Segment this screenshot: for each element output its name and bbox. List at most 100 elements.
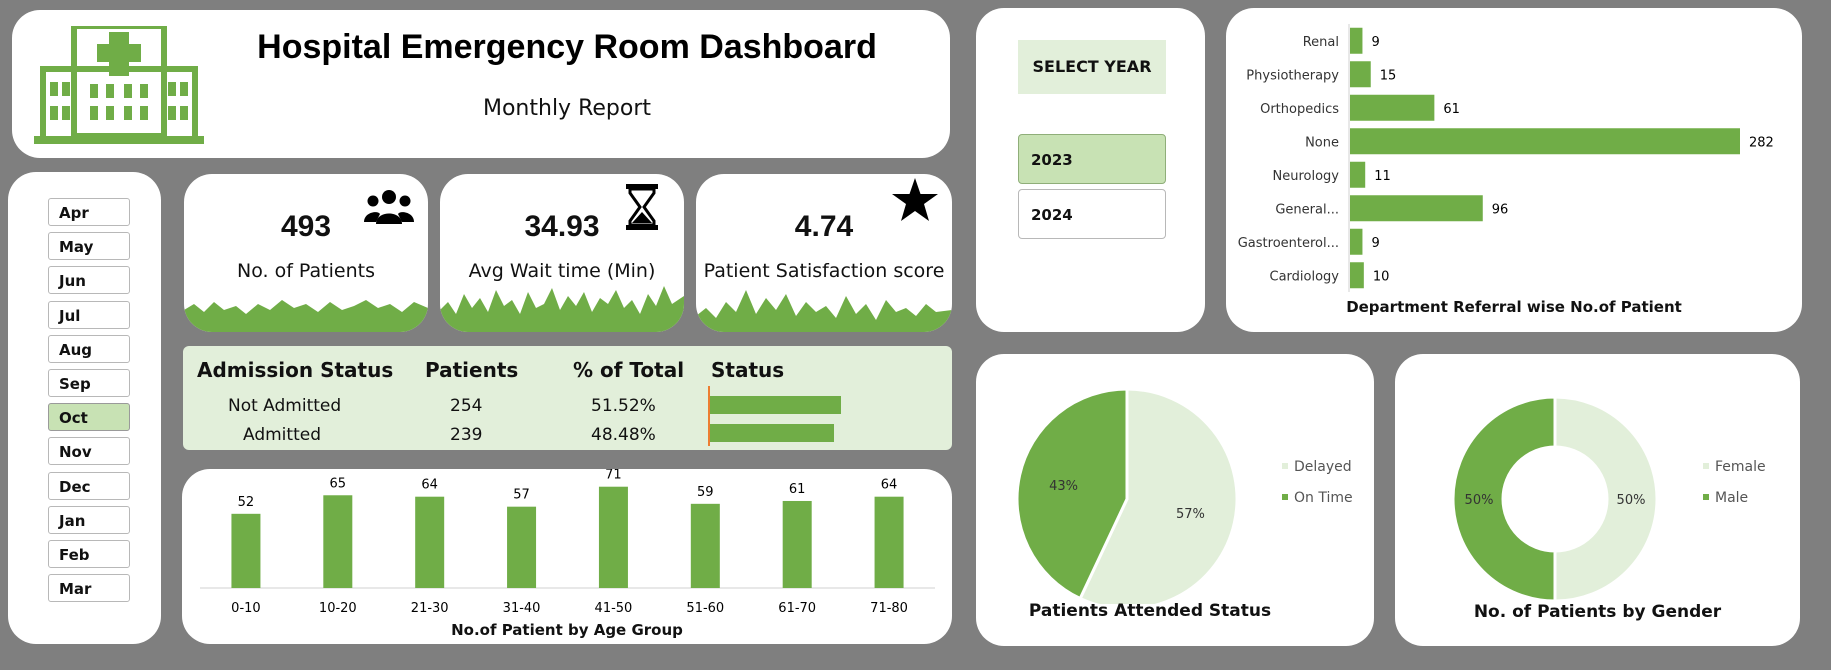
bar	[1350, 228, 1363, 255]
sparkline	[696, 290, 952, 332]
tick-label: 71-80	[870, 601, 908, 616]
bar	[1350, 161, 1366, 188]
kpi-card-satisfaction: 4.74 Patient Satisfaction score	[696, 174, 952, 332]
month-option-nov[interactable]: Nov	[48, 437, 130, 466]
department-chart-card: 9 Renal 15 Physiotherapy 61 Orthopedics 282 Non…	[1226, 8, 1802, 332]
data-label: 11	[1374, 169, 1391, 184]
chart-title: Department Referral wise No.of Patient	[1346, 298, 1682, 316]
kpi-value: 34.93	[524, 210, 600, 243]
attended-status-chart: 57% 43% Delayed On Time	[1015, 387, 1353, 604]
data-label: 50%	[1617, 493, 1646, 508]
data-label: 61	[1443, 102, 1460, 117]
month-slicer: Apr May Jun Jul Aug Sep Oct Nov Dec Jan Feb Mar	[8, 172, 161, 644]
data-label: 9	[1371, 35, 1379, 50]
bar	[1350, 94, 1435, 121]
bar	[1350, 27, 1363, 54]
month-option-jan[interactable]: Jan	[48, 505, 130, 534]
status-bar	[710, 424, 834, 442]
bar	[1350, 61, 1371, 88]
year-slicer: SELECT YEAR 2023 2024	[976, 8, 1205, 332]
data-label: 57%	[1176, 507, 1205, 522]
data-label: 10	[1373, 269, 1390, 284]
kpi-label: Patient Satisfaction score	[703, 260, 945, 282]
data-label: 50%	[1465, 493, 1494, 508]
month-option-apr[interactable]: Apr	[48, 198, 130, 226]
data-label: 57	[513, 488, 530, 503]
tick-label: 10-20	[319, 601, 357, 616]
page-title: Hospital Emergency Room Dashboard	[257, 28, 877, 66]
data-label: 59	[697, 485, 714, 500]
kpi-card-wait-time: 34.93 Avg Wait time (Min)	[440, 174, 684, 332]
table-cell: Not Admitted	[228, 396, 342, 416]
data-label: 96	[1492, 202, 1509, 217]
tick-label: Renal	[1303, 35, 1339, 50]
bar	[1350, 128, 1740, 155]
gender-chart: 50% 50% Female Male	[1451, 395, 1766, 603]
tick-label: 0-10	[231, 601, 261, 616]
age-group-chart-card: 52 0-10 65 10-20 64 21-30 57 31-40 71 41-50 59 51-6…	[182, 469, 952, 644]
kpi-value: 493	[280, 210, 332, 243]
month-option-dec[interactable]: Dec	[48, 471, 130, 500]
age-group-chart: 52 0-10 65 10-20 64 21-30 57 31-40 71 41-50 59 51-6…	[200, 469, 935, 616]
bar	[415, 496, 445, 588]
tick-label: 31-40	[503, 601, 541, 616]
status-bar	[710, 396, 842, 414]
tick-label: 61-70	[778, 601, 816, 616]
chart-title: No.of Patient by Age Group	[451, 621, 683, 639]
year-option-2024[interactable]: 2024	[1018, 189, 1166, 239]
legend-label: On Time	[1294, 490, 1353, 506]
data-label: 15	[1380, 68, 1397, 83]
attended-status-chart-card: 57% 43% Delayed On Time Patients Attended S…	[976, 354, 1374, 646]
month-option-jul[interactable]: Jul	[48, 300, 130, 329]
year-option-2023[interactable]: 2023	[1018, 134, 1166, 184]
tick-label: General...	[1275, 202, 1339, 217]
month-option-jun[interactable]: Jun	[48, 266, 130, 295]
table-header: Status	[711, 358, 785, 382]
data-label: 71	[605, 469, 622, 483]
bar	[507, 506, 537, 588]
hospital-icon	[34, 26, 204, 144]
data-label: 9	[1371, 236, 1379, 251]
bar	[1350, 262, 1364, 289]
data-label: 282	[1749, 135, 1774, 150]
kpi-label: No. of Patients	[237, 260, 375, 282]
bar	[690, 503, 720, 588]
bar	[782, 500, 812, 588]
legend-swatch	[1703, 494, 1709, 500]
sparkline	[184, 300, 428, 332]
legend-swatch	[1703, 463, 1709, 469]
legend-label: Female	[1715, 459, 1766, 475]
chart-title: Patients Attended Status	[1028, 601, 1272, 621]
data-label: 64	[881, 478, 898, 493]
table-header: Patients	[425, 358, 519, 382]
month-option-may[interactable]: May	[48, 232, 130, 261]
tick-label: 21-30	[411, 601, 449, 616]
sparkline	[440, 286, 684, 332]
month-option-feb[interactable]: Feb	[48, 540, 130, 568]
tick-label: Gastroenterol...	[1238, 236, 1339, 251]
bar	[598, 486, 628, 588]
legend-label: Delayed	[1294, 459, 1352, 475]
table-cell: 239	[450, 425, 483, 445]
table-cell: 51.52%	[591, 396, 656, 416]
header-card: Hospital Emergency Room Dashboard Monthl…	[12, 10, 950, 158]
tick-label: Physiotherapy	[1246, 68, 1339, 83]
legend-label: Male	[1715, 490, 1748, 506]
data-label: 61	[789, 482, 806, 497]
bar	[323, 495, 353, 588]
tick-label: Neurology	[1273, 169, 1340, 184]
data-label: 64	[421, 478, 438, 493]
month-option-sep[interactable]: Sep	[48, 369, 130, 397]
chart-title: No. of Patients by Gender	[1473, 602, 1722, 622]
year-slicer-title: SELECT YEAR	[1018, 40, 1166, 94]
month-option-oct[interactable]: Oct	[48, 403, 130, 432]
data-label: 65	[330, 476, 347, 491]
table-cell: 254	[450, 396, 483, 416]
table-header: % of Total	[573, 358, 685, 382]
legend-swatch	[1282, 494, 1288, 500]
tick-label: 51-60	[686, 601, 724, 616]
department-chart: 9 Renal 15 Physiotherapy 61 Orthopedics 282 Non…	[1238, 24, 1774, 292]
month-option-mar[interactable]: Mar	[48, 574, 130, 603]
month-option-aug[interactable]: Aug	[48, 334, 130, 363]
tick-label: Cardiology	[1270, 269, 1340, 284]
